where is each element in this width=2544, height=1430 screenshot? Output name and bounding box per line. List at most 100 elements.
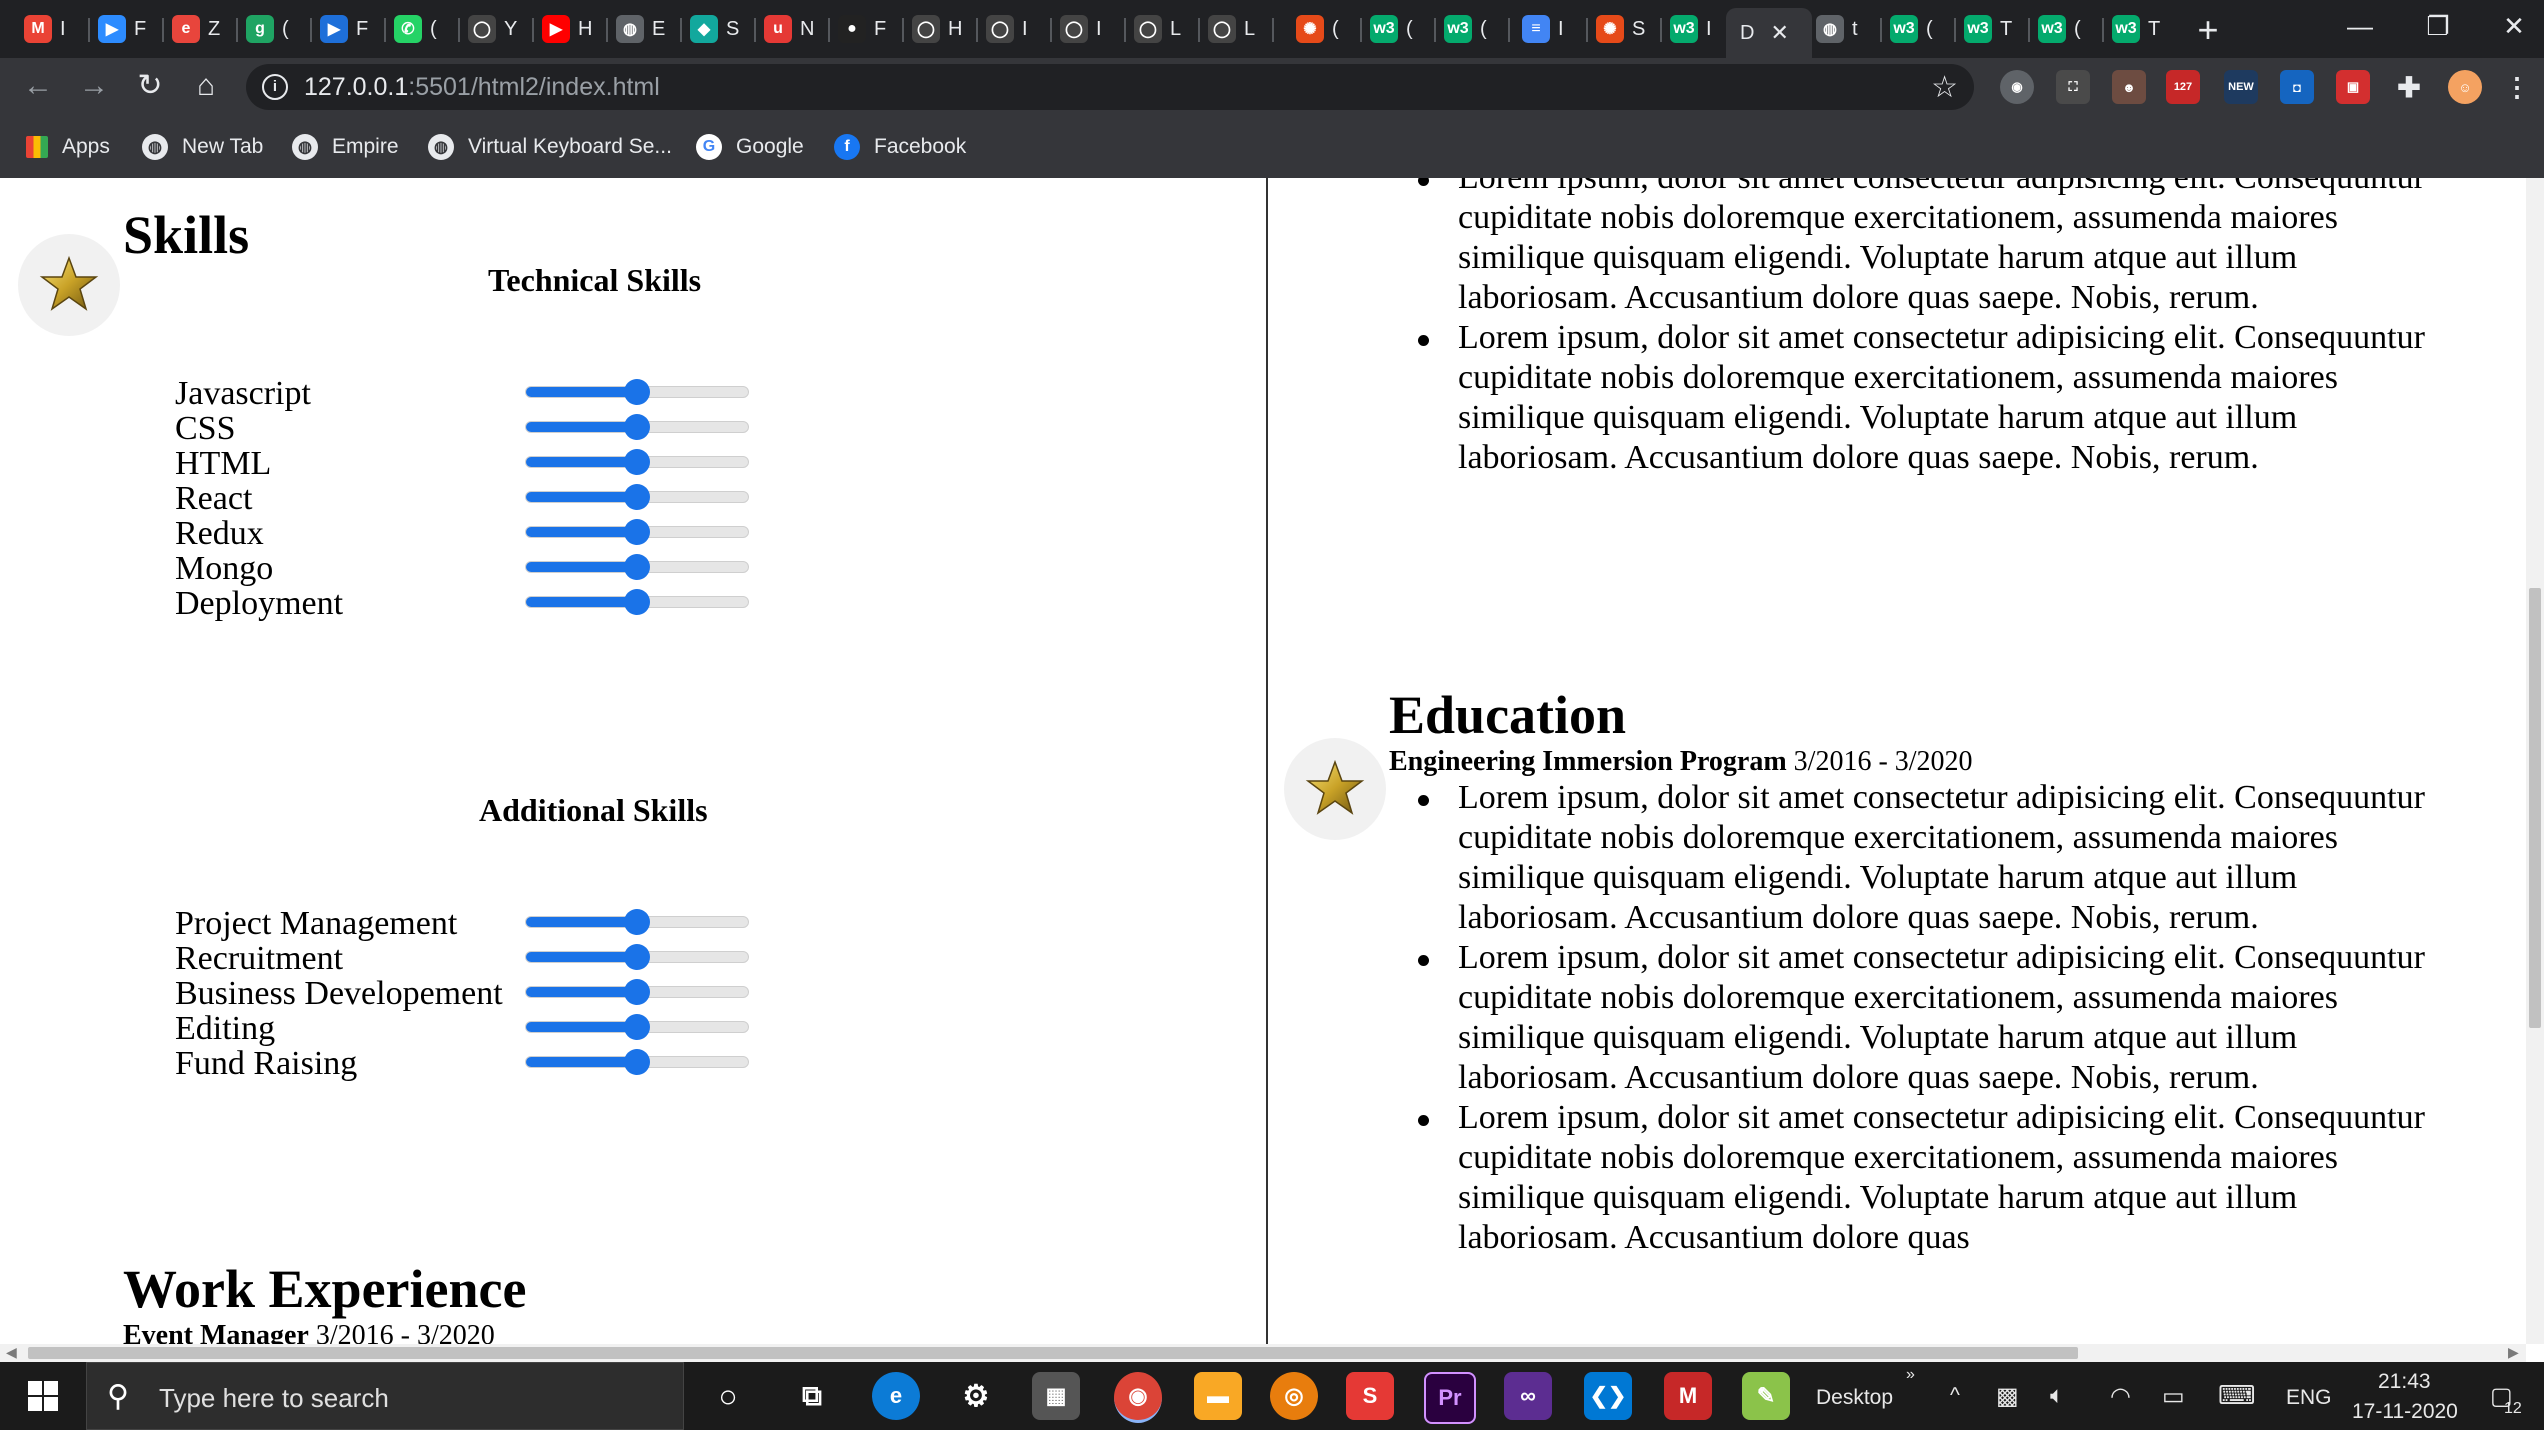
bookmark-google[interactable]: G Google: [696, 130, 804, 164]
new-extension-icon[interactable]: NEW: [2224, 70, 2258, 104]
url-text[interactable]: 127.0.0.1:5501/html2/index.html: [304, 73, 660, 102]
skill-slider[interactable]: [525, 414, 749, 440]
restore-button[interactable]: ❐: [2408, 6, 2468, 46]
skill-slider[interactable]: [525, 519, 749, 545]
skill-slider-thumb[interactable]: [624, 554, 650, 580]
tab-item[interactable]: ◯ I: [986, 8, 1036, 50]
tab-item[interactable]: MI: [24, 8, 74, 50]
chrome-icon[interactable]: ◉: [1114, 1372, 1162, 1423]
bookmark-virtual-keyboard[interactable]: ◍ Virtual Keyboard Se...: [428, 130, 672, 164]
tab-item[interactable]: ▶ F: [320, 8, 370, 50]
tab-item[interactable]: ◍ E: [616, 8, 666, 50]
menu-kebab-icon[interactable]: ⋮: [2500, 70, 2534, 104]
paint-icon[interactable]: ✎: [1742, 1372, 1790, 1420]
back-arrow-icon[interactable]: ←: [18, 66, 58, 106]
forward-arrow-icon[interactable]: →: [74, 66, 114, 106]
blender-icon[interactable]: ◎: [1270, 1372, 1318, 1420]
tab-item[interactable]: w3 I: [1670, 8, 1720, 50]
cortana-icon[interactable]: ○: [704, 1372, 752, 1420]
horizontal-scrollbar[interactable]: ◀ ▶: [0, 1344, 2526, 1362]
skill-slider-thumb[interactable]: [624, 379, 650, 405]
skill-slider[interactable]: [525, 554, 749, 580]
new-tab-button[interactable]: +: [2188, 12, 2228, 52]
bulb-extension-icon[interactable]: ◉: [2000, 70, 2034, 104]
tab-item[interactable]: ≡ I: [1522, 8, 1572, 50]
skill-slider[interactable]: [525, 1014, 749, 1040]
skill-slider-thumb[interactable]: [624, 1049, 650, 1075]
desktop-toolbar-label[interactable]: Desktop: [1816, 1386, 1893, 1410]
reload-icon[interactable]: ↻: [130, 66, 170, 106]
bookmark-facebook[interactable]: f Facebook: [834, 130, 966, 164]
tab-item[interactable]: ✆(: [394, 8, 444, 50]
language-indicator[interactable]: ENG: [2286, 1386, 2332, 1410]
skill-slider-thumb[interactable]: [624, 484, 650, 510]
vertical-scroll-thumb[interactable]: [2529, 588, 2541, 1028]
skill-slider[interactable]: [525, 484, 749, 510]
wifi-icon[interactable]: ◠: [2110, 1382, 2131, 1411]
screenshot-extension-icon[interactable]: ⛶: [2056, 70, 2090, 104]
bookmark-new-tab[interactable]: ◍ New Tab: [142, 130, 263, 164]
visual-studio-icon[interactable]: ∞: [1504, 1372, 1552, 1420]
minimize-button[interactable]: —: [2330, 6, 2390, 46]
vertical-scrollbar[interactable]: [2526, 178, 2544, 1344]
tab-item[interactable]: w3 T: [2112, 8, 2162, 50]
premiere-icon[interactable]: Pr: [1424, 1372, 1476, 1424]
explorer-icon[interactable]: ▬: [1194, 1372, 1242, 1420]
start-button[interactable]: [0, 1362, 86, 1430]
volume-icon[interactable]: 🔈︎: [2050, 1382, 2064, 1410]
tab-item[interactable]: w3 (: [2038, 8, 2088, 50]
tab-item[interactable]: w3 (: [1890, 8, 1940, 50]
skill-slider[interactable]: [525, 1049, 749, 1075]
tray-expand-icon[interactable]: ^: [1950, 1384, 1960, 1408]
tab-item[interactable]: w3 T: [1964, 8, 2014, 50]
puzzle-extensions-icon[interactable]: ✚: [2392, 70, 2426, 104]
scroll-left-icon[interactable]: ◀: [6, 1344, 17, 1361]
skill-slider-thumb[interactable]: [624, 1014, 650, 1040]
tab-item[interactable]: ◯ L: [1208, 8, 1258, 50]
app-tray-icon[interactable]: ▩: [1996, 1382, 2019, 1411]
badge-extension-icon[interactable]: 127: [2166, 70, 2200, 104]
skill-slider[interactable]: [525, 909, 749, 935]
clock-date[interactable]: 17-11-2020: [2352, 1400, 2458, 1424]
shield-extension-icon[interactable]: ▣: [2336, 70, 2370, 104]
task-view-icon[interactable]: ⧉: [788, 1372, 836, 1420]
tab-item[interactable]: ◯ I: [1060, 8, 1110, 50]
tab-item[interactable]: ✺ S: [1596, 8, 1646, 50]
tab-active[interactable]: D ✕: [1726, 8, 1812, 58]
scroll-right-icon[interactable]: ▶: [2508, 1344, 2519, 1361]
tab-item[interactable]: g(: [246, 8, 296, 50]
skill-slider-thumb[interactable]: [624, 414, 650, 440]
home-icon[interactable]: ⌂: [186, 66, 226, 106]
tab-item[interactable]: ▶ F: [98, 8, 148, 50]
skill-slider-thumb[interactable]: [624, 944, 650, 970]
bookmark-star-icon[interactable]: ☆: [1931, 70, 1958, 105]
tab-item[interactable]: ● F: [838, 8, 888, 50]
skill-slider-thumb[interactable]: [624, 589, 650, 615]
settings-icon[interactable]: ⚙: [952, 1372, 1000, 1420]
tab-item[interactable]: w3 (: [1444, 8, 1494, 50]
keyboard-icon[interactable]: ⌨: [2218, 1380, 2256, 1411]
mcafee-icon[interactable]: M: [1664, 1372, 1712, 1420]
tab-item[interactable]: eZ: [172, 8, 222, 50]
spy-extension-icon[interactable]: ☻: [2112, 70, 2146, 104]
skill-slider-thumb[interactable]: [624, 979, 650, 1005]
tab-item[interactable]: ◆ S: [690, 8, 740, 50]
tab-item[interactable]: w3 (: [1370, 8, 1420, 50]
store-icon[interactable]: ▦: [1032, 1372, 1080, 1420]
site-info-icon[interactable]: i: [262, 74, 288, 100]
skill-slider[interactable]: [525, 979, 749, 1005]
skill-slider[interactable]: [525, 379, 749, 405]
tab-item[interactable]: ✺(: [1296, 8, 1346, 50]
skill-slider[interactable]: [525, 449, 749, 475]
skill-slider[interactable]: [525, 944, 749, 970]
battery-icon[interactable]: ▭: [2162, 1382, 2185, 1411]
skill-slider-thumb[interactable]: [624, 909, 650, 935]
clock-time[interactable]: 21:43: [2378, 1370, 2431, 1394]
skill-slider[interactable]: [525, 589, 749, 615]
desktop-chevron-icon[interactable]: »: [1906, 1366, 1915, 1384]
tab-item[interactable]: uN: [764, 8, 814, 50]
tab-item[interactable]: ◯ Y: [468, 8, 518, 50]
tab-item[interactable]: ◯ H: [912, 8, 962, 50]
tab-item[interactable]: ◯ L: [1134, 8, 1184, 50]
tab-item[interactable]: ▶ H: [542, 8, 592, 50]
